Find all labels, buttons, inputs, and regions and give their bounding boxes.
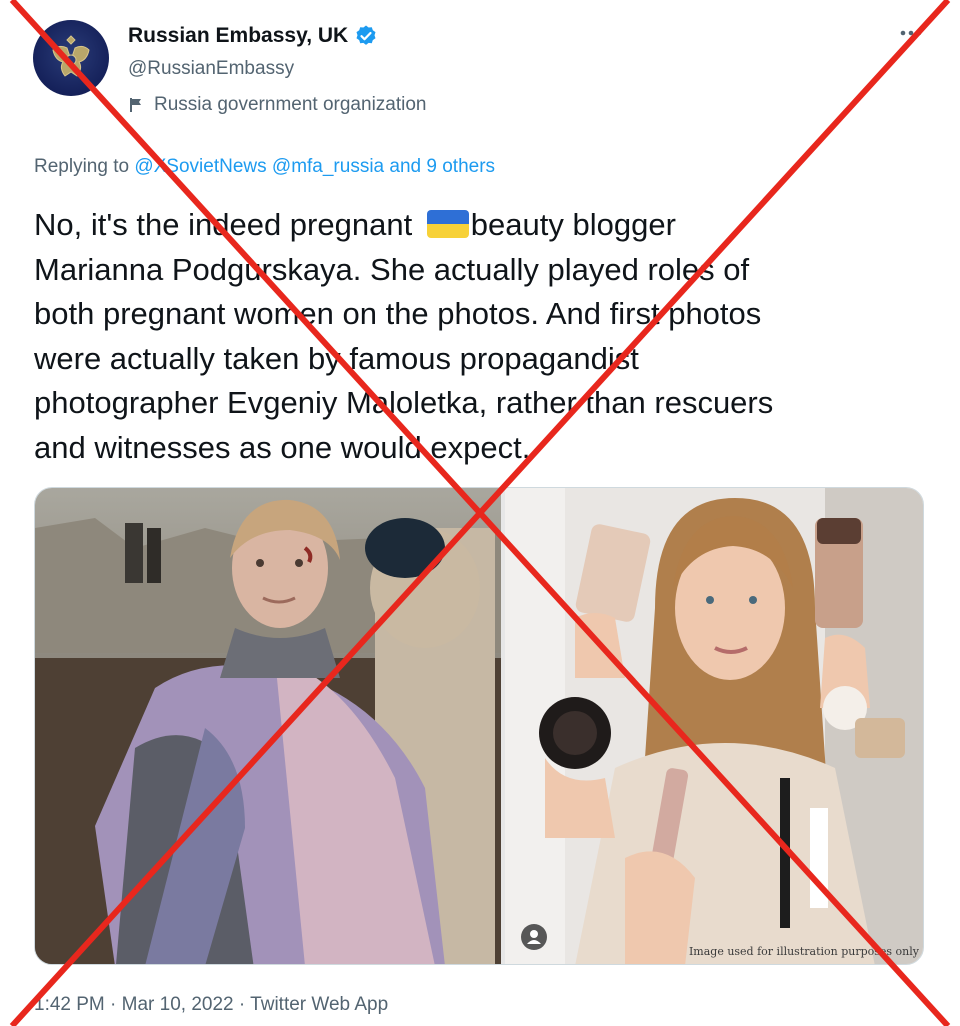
more-options-icon[interactable] [898,26,924,40]
tweet-text-segment: beauty blogger [470,207,676,242]
tweet-date: Mar 10, 2022 [121,994,234,1015]
tweet-screenshot: Russian Embassy, UK @RussianEmbassy Russ… [0,0,960,1026]
separator: · [104,994,122,1015]
government-label: Russia government organization [128,94,427,116]
tweet-body: No, it's the indeed pregnant beauty blog… [34,203,934,470]
mention-link[interactable]: @XSovietNews [134,156,266,177]
tweet-time: 1:42 PM [34,994,105,1015]
replying-prefix: Replying to [34,156,135,177]
display-name-text: Russian Embassy, UK [128,24,349,47]
tweet-timestamp[interactable]: 1:42 PM · Mar 10, 2022 · Twitter Web App [34,994,388,1016]
verified-badge-icon [354,24,378,48]
tweet-media[interactable]: Image used for illustration purposes onl… [34,487,924,965]
tweet-line: were actually taken by famous propagandi… [34,340,639,376]
tweet-line: both pregnant women on the photos. And f… [34,296,762,331]
tweet-line: Marianna Podgurskaya. She actually playe… [34,251,750,287]
tweet-line: photographer Evgeniy Maloletka, rather t… [34,385,774,420]
author-handle[interactable]: @RussianEmbassy [128,58,294,80]
photo-pregnant-woman-in-blanket[interactable] [35,488,501,964]
illustration-caption: Image used for illustration purposes onl… [688,945,919,958]
separator: · [233,994,251,1015]
coat-of-arms-icon [52,35,90,77]
tagged-user-icon[interactable] [521,924,547,950]
flag-icon [128,96,146,114]
replying-to: Replying to @XSovietNews @mfa_russia and… [34,156,495,178]
tweet-line: and witnesses as one would expect. [34,429,531,465]
author-display-name[interactable]: Russian Embassy, UK [128,24,378,48]
ukraine-flag-emoji-icon [426,210,469,238]
others-link[interactable]: and 9 others [389,156,495,177]
tweet-line: No, it's the indeed pregnant beauty blog… [34,203,934,248]
photo-beauty-blogger[interactable]: Image used for illustration purposes onl… [505,488,923,964]
mention-link[interactable]: @mfa_russia [272,156,384,177]
tweet-source: Twitter Web App [250,994,389,1015]
government-label-text: Russia government organization [154,94,427,115]
author-avatar[interactable] [33,20,109,96]
tweet-text-segment: No, it's the indeed pregnant [34,207,421,242]
